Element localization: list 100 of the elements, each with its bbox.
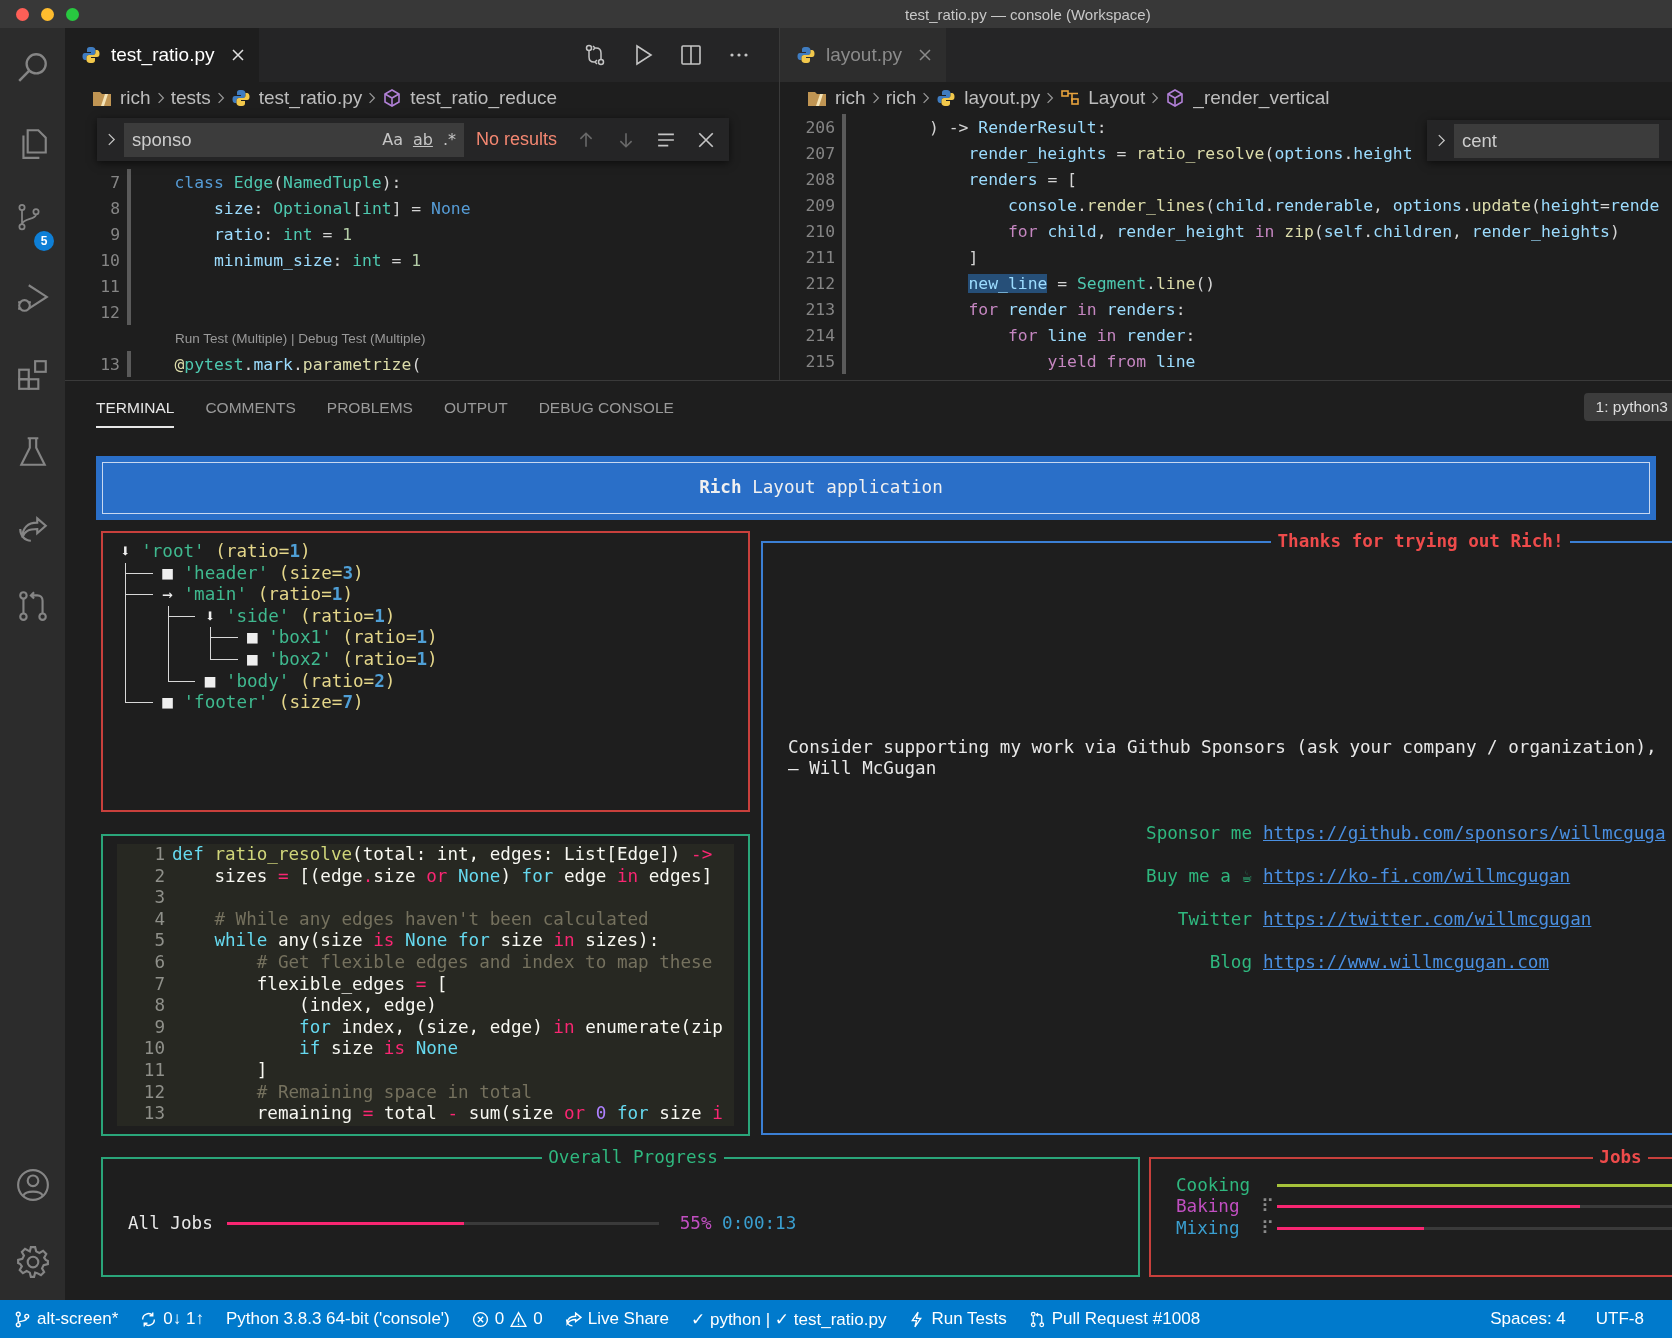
code-line: (index, edge) xyxy=(298,995,437,1017)
maximize-window-button[interactable] xyxy=(66,7,79,21)
status-item[interactable]: 0↓ 1↑ xyxy=(140,1309,204,1329)
status-item[interactable]: ✓ python | ✓ test_ratio.py xyxy=(690,1308,887,1330)
line-number: 2 xyxy=(153,865,165,888)
close-icon[interactable] xyxy=(230,48,245,62)
line-number: 10 xyxy=(142,1038,165,1060)
line-number: 9 xyxy=(153,1016,165,1039)
tree-connector xyxy=(125,692,153,704)
code-line: ) -> RenderResult: xyxy=(927,117,1107,137)
status-item[interactable]: Spaces: 4 xyxy=(1490,1309,1566,1329)
live-share-icon xyxy=(564,1310,582,1328)
chevron-right-icon[interactable] xyxy=(107,133,116,146)
spinner-glyph: ⠏ xyxy=(1260,1196,1274,1217)
spinner-glyph: ⠏ xyxy=(1260,1217,1274,1238)
find-option-toggle[interactable]: Aa xyxy=(382,130,403,149)
tree-connector xyxy=(125,562,153,574)
terminal-selector[interactable]: 1: python3 xyxy=(1583,392,1672,421)
breadcrumb-item[interactable]: tests xyxy=(170,87,211,109)
code-line: console.render_lines(child.renderable, options.update(height=rende xyxy=(1006,195,1660,215)
link[interactable]: https://ko-fi.com/willmcgugan xyxy=(1263,865,1571,888)
breadcrumb-item[interactable]: rich xyxy=(835,87,866,109)
line-number: 212 xyxy=(804,273,835,293)
class-icon xyxy=(1060,88,1081,108)
header-title: Rich Layout application xyxy=(699,477,943,499)
editor-tab[interactable]: test_ratio.py xyxy=(65,28,259,82)
find-field[interactable]: sponso Aa ab .* xyxy=(124,122,464,157)
find-field[interactable]: cent xyxy=(1454,123,1659,158)
message-text: Consider supporting my work via Github Sponsors (ask your company / organization), xyxy=(788,736,1658,759)
warning-icon xyxy=(510,1310,528,1328)
panel-tab[interactable]: TERMINAL xyxy=(96,385,175,428)
status-item[interactable]: alt-screen* xyxy=(14,1309,119,1329)
line-number: 9 xyxy=(109,224,120,244)
link[interactable]: https://twitter.com/willmcgugan xyxy=(1263,909,1592,931)
code-line: ] xyxy=(255,1059,268,1082)
link[interactable]: https://www.willmcgugan.com xyxy=(1263,952,1549,974)
line-number: 12 xyxy=(99,302,120,322)
problems-status[interactable]: 0 0 xyxy=(471,1309,543,1329)
line-number: 206 xyxy=(804,117,835,137)
status-item[interactable]: Python 3.8.3 64-bit ('console') xyxy=(225,1309,450,1329)
close-window-button[interactable] xyxy=(16,7,29,21)
cube-icon xyxy=(382,88,403,108)
tree-connector xyxy=(209,648,238,660)
split-editor-icon[interactable] xyxy=(679,43,703,67)
tree-node-label: ■ 'box2' (ratio=1) xyxy=(247,648,438,669)
python-file-icon xyxy=(936,88,957,108)
breadcrumb-item[interactable]: Layout xyxy=(1088,87,1146,109)
find-option-toggle[interactable]: .* xyxy=(442,130,456,149)
line-number: 3 xyxy=(153,887,165,909)
link-label: Buy me a ☕ xyxy=(1145,865,1252,888)
code-line: for index, (size, edge) in enumerate(zip xyxy=(298,1016,723,1039)
breadcrumb-item[interactable]: _render_vertical xyxy=(1193,87,1330,109)
line-number: 7 xyxy=(153,973,165,996)
account-icon[interactable] xyxy=(15,1167,50,1202)
code-line: for child, render_height in zip(self.children, render_heights) xyxy=(1006,221,1620,241)
settings-icon[interactable] xyxy=(15,1244,50,1279)
link[interactable]: https://github.com/sponsors/willmcguga xyxy=(1263,822,1666,845)
panel-tab[interactable]: COMMENTS xyxy=(205,385,296,428)
code-lens[interactable]: Run Test (Multiple) | Debug Test (Multiple) xyxy=(175,330,426,346)
arrow-down-icon[interactable] xyxy=(617,130,635,149)
breadcrumb-item[interactable]: rich xyxy=(885,87,917,109)
editor-tab[interactable]: layout.py xyxy=(780,28,947,82)
line-number: 208 xyxy=(804,169,835,189)
code-line: remaining = total - sum(size or 0 for size i xyxy=(255,1103,723,1125)
code-line: # Remaining space in total xyxy=(255,1081,533,1104)
find-option-toggle[interactable]: ab xyxy=(412,130,433,149)
status-item[interactable]: Live Share xyxy=(564,1309,669,1329)
python-file-icon xyxy=(796,45,816,65)
breadcrumb-item[interactable]: test_ratio.py xyxy=(258,87,363,109)
status-item[interactable]: UTF-8 xyxy=(1595,1309,1644,1329)
compare-changes-icon[interactable] xyxy=(583,43,607,67)
panel-tab[interactable]: OUTPUT xyxy=(443,385,508,428)
status-item[interactable]: Pull Request #1008 xyxy=(1028,1309,1201,1329)
job-label: Cooking xyxy=(1176,1174,1252,1197)
job-label: Baking xyxy=(1176,1196,1241,1218)
status-item[interactable]: Run Tests xyxy=(908,1309,1007,1329)
line-number: 12 xyxy=(142,1081,165,1104)
tree-guide-line xyxy=(167,616,169,671)
line-number: 5 xyxy=(153,930,165,952)
panel-tab[interactable]: PROBLEMS xyxy=(326,385,413,428)
breadcrumb-item[interactable]: layout.py xyxy=(964,87,1041,109)
line-number: 8 xyxy=(153,995,165,1017)
code-line: def ratio_resolve(total: int, edges: List[Edge]) -> xyxy=(172,844,713,866)
tree-node-label: ■ 'box1' (ratio=1) xyxy=(247,627,438,648)
notification-badge: 5 xyxy=(34,231,54,251)
tree-node-label: ■ 'body' (ratio=2) xyxy=(204,670,396,691)
panel-tab[interactable]: DEBUG CONSOLE xyxy=(538,385,674,428)
close-icon[interactable] xyxy=(697,130,715,149)
code-line: # Get flexible edges and index to map these xyxy=(255,951,713,974)
chevron-right-icon[interactable] xyxy=(1437,134,1446,147)
window-title: test_ratio.py — console (Workspace) xyxy=(905,5,1151,23)
breadcrumb-item[interactable]: rich xyxy=(120,87,151,109)
panel-title: Jobs xyxy=(1598,1147,1643,1169)
line-number: 214 xyxy=(804,325,835,345)
extensions-icon[interactable] xyxy=(15,357,50,392)
line-number: 11 xyxy=(142,1059,165,1082)
breadcrumb-item[interactable]: test_ratio_reduce xyxy=(410,87,558,109)
arrow-up-icon[interactable] xyxy=(577,130,595,149)
minimize-window-button[interactable] xyxy=(41,7,54,21)
tree-guide-line xyxy=(125,573,127,585)
